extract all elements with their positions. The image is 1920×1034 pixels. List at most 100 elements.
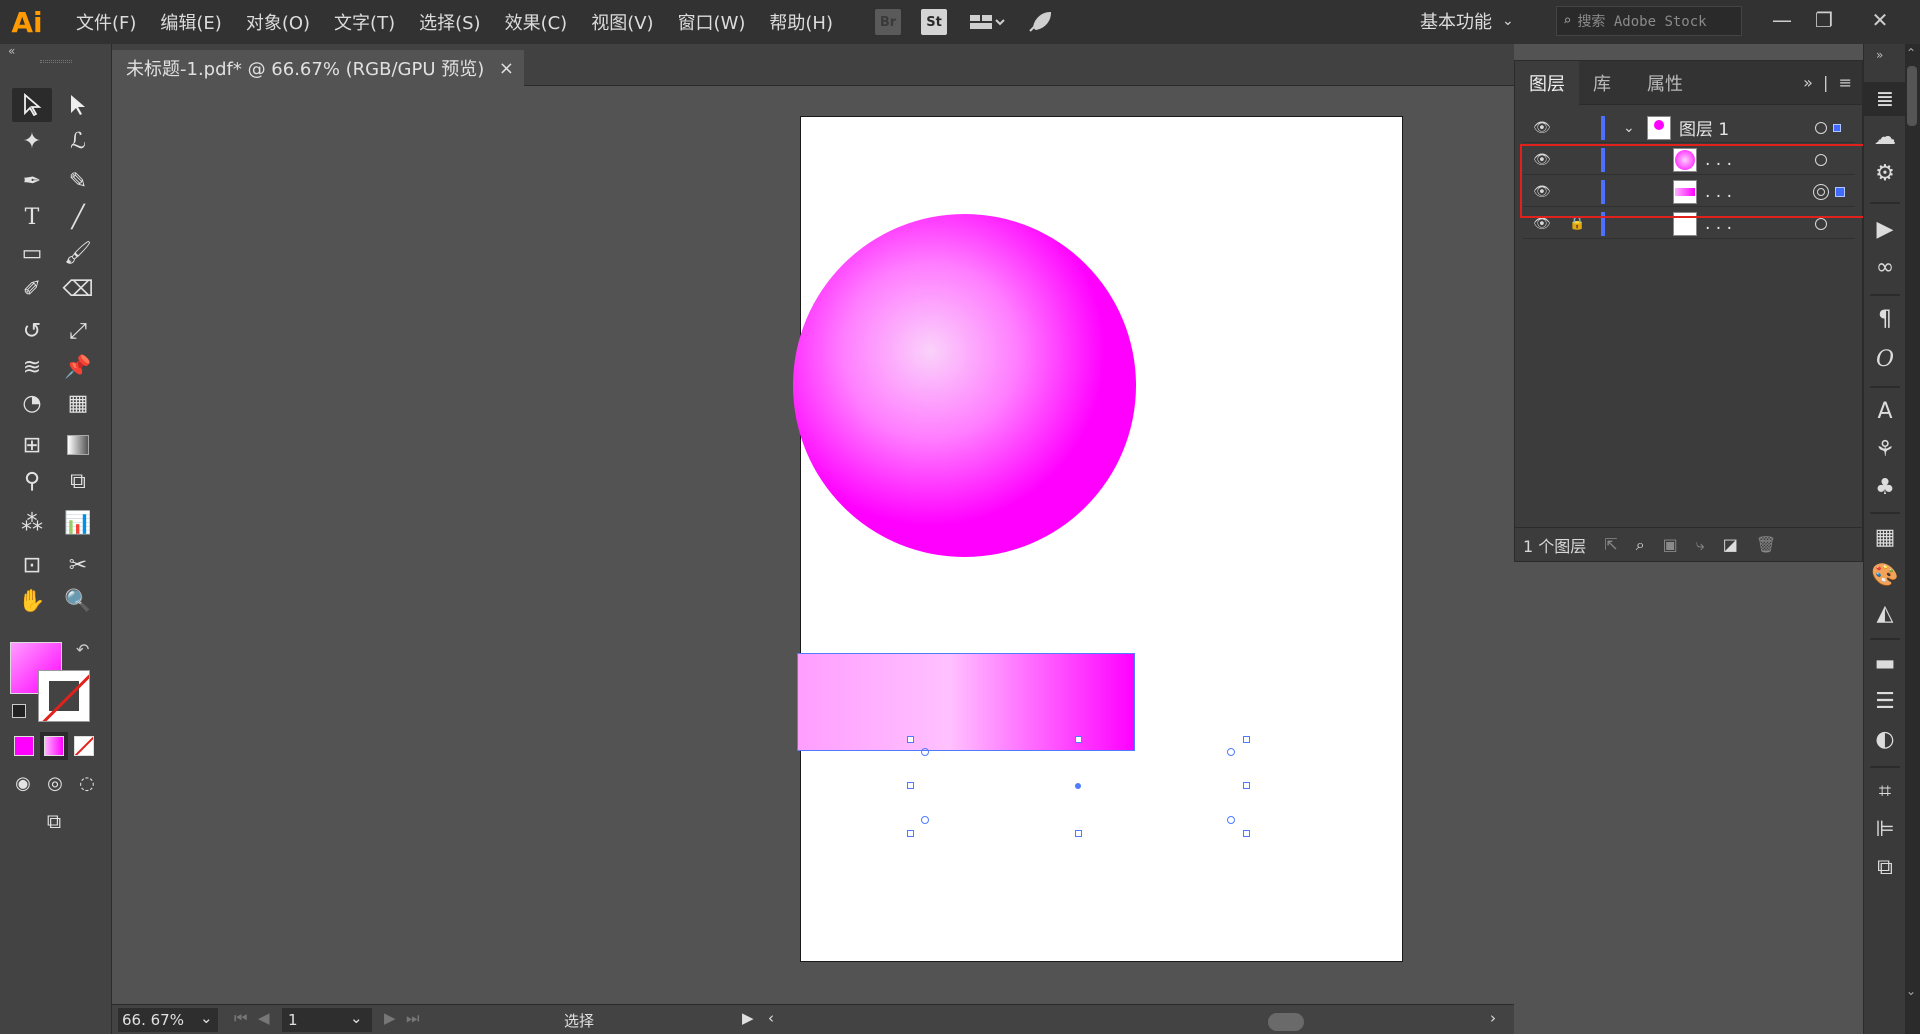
- layer-name[interactable]: 图层 1: [1679, 115, 1729, 140]
- stroke-icon[interactable]: ☰: [1864, 684, 1906, 718]
- selection-indicator[interactable]: [1833, 123, 1841, 132]
- document-tab[interactable]: 未标题-1.pdf* @ 66.67% (RGB/GPU 预览) ×: [112, 50, 524, 86]
- lock-icon[interactable]: 🔒: [1569, 216, 1585, 231]
- target-circle-icon[interactable]: [1815, 217, 1827, 230]
- arrange-documents-icon[interactable]: [967, 9, 1007, 35]
- menu-window[interactable]: 窗口(W): [666, 0, 758, 44]
- draw-behind-icon[interactable]: ◎: [40, 766, 70, 800]
- scroll-up-icon[interactable]: ⌃: [1906, 46, 1916, 60]
- shape-builder-tool[interactable]: ◔: [12, 386, 52, 420]
- menu-type[interactable]: 文字(T): [322, 0, 407, 44]
- menu-object[interactable]: 对象(O): [234, 0, 322, 44]
- selection-handle[interactable]: [1243, 782, 1250, 789]
- transform-icon[interactable]: ⌗: [1864, 774, 1906, 808]
- visibility-eye-icon[interactable]: 👁: [1533, 120, 1551, 136]
- gradient-mode-button[interactable]: [40, 732, 68, 760]
- slice-tool[interactable]: ✂: [58, 548, 98, 582]
- selection-handle[interactable]: [1243, 736, 1250, 743]
- stroke-swatch[interactable]: [38, 670, 90, 722]
- perspective-grid-tool[interactable]: ▦: [58, 386, 98, 420]
- selection-handle[interactable]: [1075, 830, 1082, 837]
- target-circle-icon[interactable]: [1815, 121, 1827, 134]
- artboard-dropdown-icon[interactable]: ⌄: [350, 1009, 363, 1027]
- zoom-tool[interactable]: 🔍: [58, 584, 98, 618]
- close-button[interactable]: ✕: [1860, 4, 1900, 36]
- color-guide-icon[interactable]: 🎨: [1864, 558, 1906, 592]
- paragraph-icon[interactable]: ¶: [1864, 302, 1906, 336]
- make-clipping-mask-icon[interactable]: ▣: [1663, 535, 1678, 554]
- menu-select[interactable]: 选择(S): [407, 0, 492, 44]
- opentype-icon[interactable]: O: [1864, 342, 1906, 376]
- scroll-down-icon[interactable]: ⌄: [1906, 984, 1916, 998]
- corner-widget[interactable]: [1227, 748, 1235, 756]
- vertical-scrollbar[interactable]: ⌃ ⌄: [1905, 44, 1920, 1034]
- properties-icon[interactable]: ⚙: [1864, 156, 1906, 190]
- horizontal-scrollbar-thumb[interactable]: [1268, 1013, 1304, 1031]
- gpu-performance-icon[interactable]: [1027, 9, 1053, 35]
- character-icon[interactable]: A: [1864, 394, 1906, 428]
- libraries-icon[interactable]: ☁: [1864, 120, 1906, 154]
- create-sublayer-icon[interactable]: ⤷: [1696, 535, 1705, 555]
- corner-widget[interactable]: [1227, 816, 1235, 824]
- swap-fill-stroke-icon[interactable]: ↶: [76, 640, 89, 659]
- align-icon[interactable]: ⊫: [1864, 812, 1906, 846]
- gradient-tool[interactable]: [58, 428, 98, 462]
- pathfinder-icon[interactable]: ⧉: [1864, 850, 1906, 884]
- color-mode-button[interactable]: [14, 736, 34, 756]
- screen-mode-icon[interactable]: ⧉: [34, 804, 74, 838]
- lasso-tool[interactable]: ℒ: [58, 124, 98, 158]
- scale-tool[interactable]: ⤢: [58, 314, 98, 348]
- mesh-tool[interactable]: ⊞: [12, 428, 52, 462]
- export-icon[interactable]: ⇱: [1604, 535, 1617, 554]
- none-mode-button[interactable]: [74, 736, 94, 756]
- draw-inside-icon[interactable]: ◌: [72, 766, 102, 800]
- chevron-down-icon[interactable]: ⌄: [1623, 120, 1635, 136]
- menu-edit[interactable]: 编辑(E): [148, 0, 233, 44]
- tab-layers[interactable]: 图层: [1515, 60, 1579, 105]
- type-tool[interactable]: T: [12, 200, 52, 234]
- locate-object-icon[interactable]: ⌕: [1636, 535, 1645, 555]
- menu-help[interactable]: 帮助(H): [757, 0, 845, 44]
- selection-tool[interactable]: [12, 88, 52, 122]
- hand-tool[interactable]: ✋: [12, 584, 52, 618]
- rectangle-tool[interactable]: ▭: [12, 236, 52, 270]
- selection-handle[interactable]: [1075, 736, 1082, 743]
- selection-handle[interactable]: [907, 830, 914, 837]
- delete-icon[interactable]: 🗑: [1756, 535, 1776, 554]
- eyedropper-tool[interactable]: ⚲: [12, 464, 52, 498]
- menu-file[interactable]: 文件(F): [64, 0, 148, 44]
- corner-widget[interactable]: [921, 748, 929, 756]
- links-icon[interactable]: ∞: [1864, 250, 1906, 284]
- blend-tool[interactable]: ⧉: [58, 464, 98, 498]
- column-graph-tool[interactable]: 📊: [58, 506, 98, 540]
- line-tool[interactable]: ╱: [58, 200, 98, 234]
- stock-icon[interactable]: St: [921, 9, 947, 35]
- new-layer-icon[interactable]: ◪: [1723, 535, 1738, 554]
- artboard-tool[interactable]: ⊡: [12, 548, 52, 582]
- radial-gradient-circle[interactable]: [793, 214, 1136, 557]
- next-artboard-icon[interactable]: ▶: [384, 1009, 396, 1027]
- panel-menu-icon[interactable]: » | ≡: [1803, 73, 1862, 92]
- default-colors-icon[interactable]: [12, 704, 26, 718]
- close-tab-icon[interactable]: ×: [499, 58, 514, 79]
- menu-view[interactable]: 视图(V): [579, 0, 665, 44]
- last-artboard-icon[interactable]: ⏭: [406, 1009, 420, 1027]
- scroll-right-icon[interactable]: ›: [1490, 1009, 1496, 1027]
- restore-button[interactable]: ❐: [1804, 4, 1844, 36]
- minimize-button[interactable]: —: [1762, 4, 1802, 36]
- corner-widget[interactable]: [921, 816, 929, 824]
- color-icon[interactable]: ◭: [1864, 596, 1906, 630]
- stock-search-input[interactable]: ⌕ 搜索 Adobe Stock: [1556, 6, 1742, 36]
- workspace-switcher[interactable]: 基本功能 ⌄: [1420, 8, 1514, 34]
- gradient-panel-icon[interactable]: ▬: [1864, 646, 1906, 680]
- panel-grip[interactable]: [40, 60, 72, 63]
- previous-artboard-icon[interactable]: ◀: [258, 1009, 270, 1027]
- scroll-left-icon[interactable]: ‹: [768, 1009, 774, 1027]
- vertical-scrollbar-thumb[interactable]: [1907, 66, 1917, 126]
- draw-normal-icon[interactable]: ◉: [8, 766, 38, 800]
- transparency-icon[interactable]: ◐: [1864, 722, 1906, 756]
- selection-handle[interactable]: [907, 736, 914, 743]
- bridge-icon[interactable]: Br: [875, 9, 901, 35]
- puppet-warp-tool[interactable]: 📌: [58, 350, 98, 384]
- zoom-dropdown-icon[interactable]: ⌄: [200, 1009, 213, 1027]
